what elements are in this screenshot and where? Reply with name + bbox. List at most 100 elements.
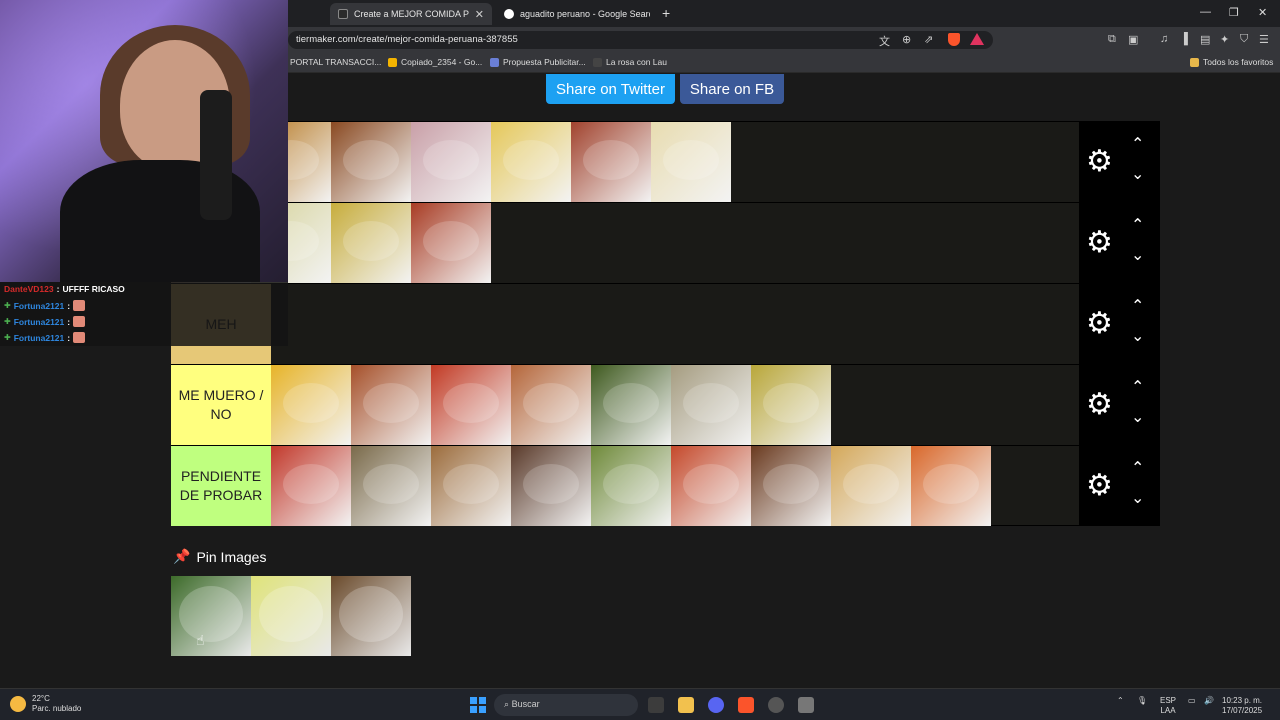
bookmark-item[interactable]: Propuesta Publicitar...	[490, 57, 586, 67]
share-fb-button[interactable]: Share on FB	[680, 74, 784, 104]
share-twitter-button[interactable]: Share on Twitter	[546, 74, 675, 104]
food-image[interactable]	[511, 446, 591, 526]
language-indicator[interactable]: ESP LAA	[1160, 696, 1176, 715]
food-image[interactable]	[831, 446, 911, 526]
food-image[interactable]	[331, 122, 411, 202]
food-image[interactable]	[271, 446, 351, 526]
tier-items	[271, 365, 1079, 445]
food-image[interactable]	[411, 122, 491, 202]
food-image[interactable]	[331, 203, 411, 283]
tab-google-search[interactable]: aguadito peruano - Google Search	[496, 3, 658, 25]
vpn-icon[interactable]: ⛉	[1240, 33, 1248, 46]
chevron-up-icon[interactable]: ⌃	[1131, 137, 1144, 153]
food-image[interactable]	[431, 446, 511, 526]
tier-label[interactable]: ME MUERO / NO	[171, 365, 271, 445]
minimize-icon[interactable]: —	[1200, 6, 1211, 18]
app-icon[interactable]	[798, 697, 814, 713]
food-image[interactable]	[271, 365, 351, 445]
chevron-down-icon[interactable]: ⌄	[1131, 410, 1144, 426]
gear-icon[interactable]: ⚙	[1086, 228, 1113, 258]
food-image[interactable]	[671, 446, 751, 526]
food-image[interactable]	[571, 122, 651, 202]
gear-icon[interactable]: ⚙	[1086, 309, 1113, 339]
zoom-icon[interactable]: ⊕	[902, 33, 911, 46]
bookmark-item[interactable]: La rosa con Lau	[593, 57, 667, 67]
sidebar-icon[interactable]: ▐	[1180, 33, 1188, 45]
chevron-down-icon[interactable]: ⌄	[1131, 248, 1144, 264]
chat-message: ✚ Fortuna2121:	[4, 300, 86, 311]
all-bookmarks-folder[interactable]: Todos los favoritos	[1190, 57, 1273, 67]
bookmark-favicon-icon	[593, 57, 602, 67]
chevron-up-icon[interactable]: ⌃	[1131, 299, 1144, 315]
menu-icon[interactable]: ☰	[1259, 33, 1269, 46]
food-image[interactable]	[431, 365, 511, 445]
chevron-down-icon[interactable]: ⌄	[1131, 167, 1144, 183]
bookmark-item[interactable]: PORTAL TRANSACCI...	[290, 57, 381, 67]
mouse-cursor-icon: ☝	[196, 632, 205, 648]
gear-icon[interactable]: ⚙	[1086, 471, 1113, 501]
food-image[interactable]	[751, 446, 831, 526]
share-icon[interactable]: ⇗	[924, 33, 933, 46]
tier-row: ME MUERO / NO ⚙ ⌃ ⌄	[171, 364, 1160, 445]
food-image[interactable]	[411, 203, 491, 283]
pinned-food-image[interactable]	[171, 576, 251, 656]
tier-controls: ⚙ ⌃ ⌄	[1079, 284, 1160, 364]
leo-ai-icon[interactable]: ✦	[1220, 33, 1229, 46]
taskbar-search[interactable]: ⌕ Buscar	[494, 694, 638, 716]
thumbs-up-emote-icon	[73, 332, 86, 343]
extensions-icon[interactable]: ⧉	[1108, 33, 1116, 46]
food-image[interactable]	[511, 365, 591, 445]
brave-rewards-icon[interactable]	[970, 33, 984, 45]
tiermaker-favicon-icon	[338, 9, 348, 19]
restore-icon[interactable]: ❐	[1229, 6, 1239, 19]
brave-icon[interactable]	[738, 697, 754, 713]
bookmark-item[interactable]: Copiado_2354 - Go...	[388, 57, 482, 67]
chevron-up-icon[interactable]: ⌃	[1131, 461, 1144, 477]
food-image[interactable]	[351, 446, 431, 526]
tier-list: ⚙⌃⌄⚙⌃⌄MEH⚙⌃⌄ME MUERO / NO⚙⌃⌄PENDIENTE DE…	[171, 121, 1160, 526]
brave-shield-icon[interactable]	[948, 33, 960, 46]
weather-widget[interactable]: 22°C Parc. nublado	[10, 694, 81, 714]
volume-icon[interactable]: 🔊	[1204, 696, 1214, 706]
clock[interactable]: 10:23 p. m. 17/07/2025	[1222, 696, 1262, 715]
obs-icon[interactable]	[768, 697, 784, 713]
tier-controls: ⚙ ⌃ ⌄	[1079, 203, 1160, 283]
pinned-images	[171, 576, 411, 656]
task-view-icon[interactable]	[648, 697, 664, 713]
food-image[interactable]	[651, 122, 731, 202]
mod-badge-icon: ✚	[4, 301, 11, 310]
food-image[interactable]	[911, 446, 991, 526]
food-image[interactable]	[591, 446, 671, 526]
food-image[interactable]	[751, 365, 831, 445]
chevron-up-icon[interactable]: ⌃	[1131, 218, 1144, 234]
gear-icon[interactable]: ⚙	[1086, 147, 1113, 177]
file-explorer-icon[interactable]	[678, 697, 694, 713]
screenshot-icon[interactable]: ▣	[1128, 33, 1138, 46]
close-tab-icon[interactable]: ✕	[475, 8, 484, 21]
tab-tiermaker[interactable]: Create a MEJOR COMIDA PERUANA ✕	[330, 3, 492, 25]
food-image[interactable]	[671, 365, 751, 445]
close-window-icon[interactable]: ✕	[1258, 6, 1267, 19]
pinned-food-image[interactable]	[331, 576, 411, 656]
tier-label[interactable]: PENDIENTE DE PROBAR	[171, 446, 271, 526]
network-icon[interactable]: ▭	[1188, 696, 1196, 706]
chevron-up-icon[interactable]: ⌃	[1131, 380, 1144, 396]
chat-text: UFFFF RICASO	[62, 284, 125, 294]
food-image[interactable]	[591, 365, 671, 445]
tier-items	[171, 203, 1079, 283]
chevron-down-icon[interactable]: ⌄	[1131, 329, 1144, 345]
start-icon[interactable]	[470, 697, 486, 713]
wallet-icon[interactable]: ▤	[1200, 33, 1210, 46]
translate-icon[interactable]: 文	[879, 33, 890, 49]
new-tab-icon[interactable]: +	[662, 5, 670, 21]
pinned-food-image[interactable]	[251, 576, 331, 656]
gear-icon[interactable]: ⚙	[1086, 390, 1113, 420]
tier-items	[271, 446, 1079, 526]
media-icon[interactable]: ♫	[1160, 33, 1168, 45]
discord-icon[interactable]	[708, 697, 724, 713]
mic-icon[interactable]: 🎙	[1137, 696, 1147, 706]
food-image[interactable]	[351, 365, 431, 445]
tray-chevron-icon[interactable]: ⌃	[1117, 696, 1124, 706]
chevron-down-icon[interactable]: ⌄	[1131, 491, 1144, 507]
food-image[interactable]	[491, 122, 571, 202]
